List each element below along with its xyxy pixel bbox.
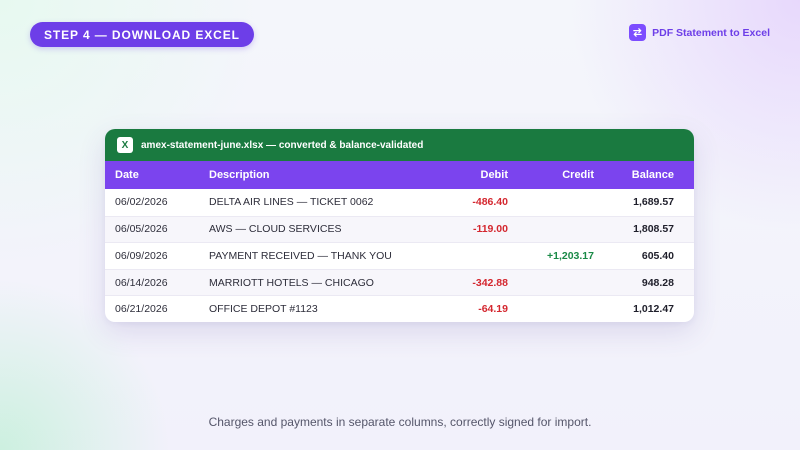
cell-date: 06/09/2026	[115, 249, 168, 262]
cell-description: OFFICE DEPOT #1123	[209, 303, 318, 316]
column-header-credit: Credit	[562, 169, 594, 181]
step-badge: STEP 4 — DOWNLOAD EXCEL	[30, 22, 254, 47]
column-header-date: Date	[115, 169, 139, 181]
caption: Charges and payments in separate columns…	[208, 415, 592, 429]
cell-debit: -119.00	[472, 223, 508, 236]
table-row: 06/02/2026 DELTA AIR LINES — TICKET 0062…	[105, 189, 694, 216]
cell-description: PAYMENT RECEIVED — THANK YOU	[209, 249, 392, 262]
cell-description: MARRIOTT HOTELS — CHICAGO	[209, 276, 374, 289]
cell-balance: 1,012.47	[633, 303, 674, 316]
cell-description: AWS — CLOUD SERVICES	[209, 223, 342, 236]
column-header-balance: Balance	[631, 169, 674, 181]
cell-date: 06/14/2026	[115, 276, 168, 289]
cell-balance: 1,808.57	[633, 223, 674, 236]
cell-balance: 1,689.57	[633, 196, 674, 209]
cell-credit: +1,203.17	[546, 249, 594, 262]
table-row: 06/05/2026 AWS — CLOUD SERVICES -119.00 …	[105, 215, 694, 243]
cell-date: 06/02/2026	[115, 196, 168, 209]
cell-balance: 948.28	[641, 276, 674, 289]
swap-arrows-icon	[629, 24, 647, 41]
table-header: Date Description Debit Credit Balance	[105, 161, 694, 189]
brand-label: PDF Statement to Excel	[652, 26, 770, 39]
file-name: amex-statement-june.xlsx — converted & b…	[141, 139, 424, 151]
cell-description: DELTA AIR LINES — TICKET 0062	[209, 196, 374, 209]
cell-balance: 605.40	[641, 249, 674, 262]
cell-date: 06/05/2026	[115, 223, 168, 236]
column-header-description: Description	[209, 169, 270, 181]
brand[interactable]: PDF Statement to Excel	[629, 24, 770, 41]
table-body: 06/02/2026 DELTA AIR LINES — TICKET 0062…	[105, 189, 694, 322]
cell-debit: -486.40	[472, 196, 508, 209]
excel-preview-card: X amex-statement-june.xlsx — converted &…	[105, 129, 694, 322]
table-row: 06/09/2026 PAYMENT RECEIVED — THANK YOU …	[105, 242, 694, 269]
table-row: 06/21/2026 OFFICE DEPOT #1123 -64.19 1,0…	[105, 295, 694, 322]
cell-date: 06/21/2026	[115, 303, 168, 316]
cell-debit: -342.88	[472, 276, 508, 289]
file-title-bar: X amex-statement-june.xlsx — converted &…	[105, 129, 694, 161]
table-row: 06/14/2026 MARRIOTT HOTELS — CHICAGO -34…	[105, 268, 694, 296]
cell-debit: -64.19	[478, 303, 508, 316]
column-header-debit: Debit	[480, 169, 509, 181]
excel-file-icon: X	[117, 137, 133, 153]
